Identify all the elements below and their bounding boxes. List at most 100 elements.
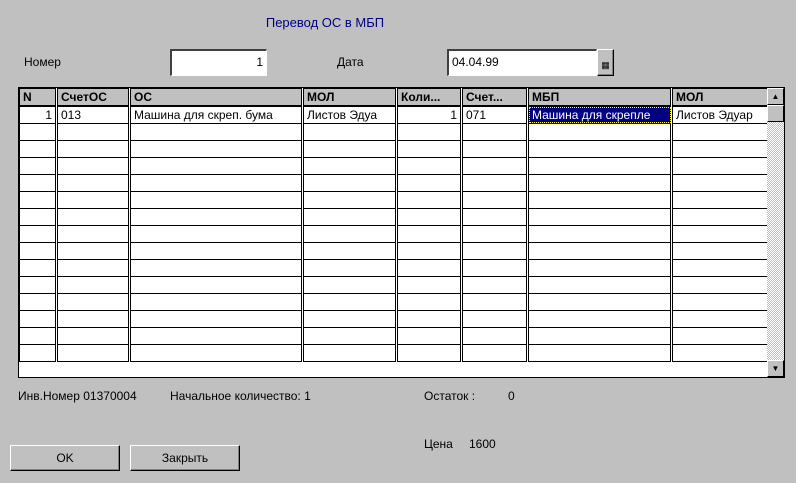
empty-row[interactable] [19, 344, 771, 362]
column-header[interactable]: МОЛ [671, 88, 771, 107]
table-cell[interactable] [56, 293, 131, 311]
table-cell[interactable] [56, 157, 131, 175]
table-cell[interactable] [671, 242, 771, 260]
table-cell[interactable] [302, 208, 398, 226]
table-cell[interactable] [129, 123, 304, 141]
table-cell[interactable] [527, 191, 673, 209]
table-cell[interactable] [671, 276, 771, 294]
table-cell[interactable] [527, 310, 673, 328]
table-cell[interactable] [671, 344, 771, 362]
table-cell[interactable] [19, 191, 58, 209]
table-cell[interactable] [461, 123, 529, 141]
table-cell[interactable] [19, 123, 58, 141]
column-header[interactable]: СчетОС [56, 88, 131, 107]
scroll-down-button[interactable]: ▼ [767, 360, 784, 377]
column-header[interactable]: ОС [129, 88, 304, 107]
empty-row[interactable] [19, 327, 771, 345]
table-cell[interactable] [527, 327, 673, 345]
table-cell[interactable] [461, 140, 529, 158]
empty-row[interactable] [19, 259, 771, 277]
calendar-button[interactable]: ▦ [597, 49, 614, 76]
ok-button[interactable]: OK [10, 445, 120, 471]
table-cell[interactable] [19, 293, 58, 311]
table-cell[interactable] [302, 344, 398, 362]
table-cell[interactable] [129, 242, 304, 260]
table-cell[interactable] [302, 157, 398, 175]
column-header[interactable]: N [19, 88, 58, 107]
empty-row[interactable] [19, 157, 771, 175]
table-cell[interactable] [527, 123, 673, 141]
table-cell[interactable] [129, 310, 304, 328]
table-cell[interactable] [56, 327, 131, 345]
table-cell[interactable] [302, 140, 398, 158]
empty-row[interactable] [19, 293, 771, 311]
table-cell[interactable] [302, 276, 398, 294]
table-cell[interactable] [461, 191, 529, 209]
table-cell[interactable] [396, 191, 463, 209]
table-cell[interactable] [527, 276, 673, 294]
table-cell[interactable] [129, 276, 304, 294]
table-cell[interactable] [19, 327, 58, 345]
table-cell[interactable] [461, 259, 529, 277]
table-cell[interactable] [129, 140, 304, 158]
table-cell[interactable] [19, 259, 58, 277]
table-cell[interactable] [129, 157, 304, 175]
empty-row[interactable] [19, 123, 771, 141]
number-input[interactable]: 1 [170, 49, 267, 76]
data-grid[interactable]: N СчетОС ОС МОЛ Коли... Счет... МБП МОЛ 1 013 Маш… [18, 87, 785, 378]
table-cell[interactable] [461, 293, 529, 311]
scroll-thumb[interactable] [767, 105, 784, 122]
table-cell[interactable] [396, 344, 463, 362]
table-cell[interactable] [129, 327, 304, 345]
table-cell[interactable] [396, 123, 463, 141]
table-cell[interactable] [56, 174, 131, 192]
table-cell[interactable] [527, 208, 673, 226]
table-cell[interactable] [396, 327, 463, 345]
column-header[interactable]: МБП [527, 88, 673, 107]
table-cell[interactable] [461, 242, 529, 260]
table-cell[interactable] [527, 242, 673, 260]
table-cell[interactable]: 071 [461, 105, 529, 124]
table-cell[interactable] [527, 174, 673, 192]
table-cell[interactable] [302, 259, 398, 277]
table-cell[interactable] [302, 191, 398, 209]
table-cell[interactable] [19, 174, 58, 192]
table-cell[interactable] [671, 123, 771, 141]
table-cell[interactable] [461, 327, 529, 345]
table-cell[interactable] [671, 157, 771, 175]
table-cell[interactable] [527, 344, 673, 362]
table-cell[interactable]: 1 [19, 105, 58, 124]
table-cell[interactable] [56, 191, 131, 209]
table-cell[interactable] [129, 225, 304, 243]
table-cell[interactable] [671, 140, 771, 158]
table-cell[interactable] [396, 174, 463, 192]
table-cell[interactable] [56, 225, 131, 243]
table-cell[interactable] [19, 225, 58, 243]
table-cell[interactable] [302, 327, 398, 345]
scroll-up-button[interactable]: ▲ [767, 88, 784, 105]
empty-row[interactable] [19, 242, 771, 260]
table-cell[interactable] [129, 208, 304, 226]
table-cell[interactable] [302, 293, 398, 311]
table-cell[interactable] [396, 310, 463, 328]
table-cell[interactable] [19, 344, 58, 362]
table-cell[interactable] [527, 157, 673, 175]
table-cell[interactable] [56, 344, 131, 362]
table-cell[interactable] [461, 208, 529, 226]
table-cell[interactable] [461, 344, 529, 362]
table-cell[interactable] [56, 310, 131, 328]
table-cell[interactable] [396, 276, 463, 294]
table-cell[interactable] [56, 208, 131, 226]
table-cell[interactable] [396, 293, 463, 311]
table-cell[interactable] [527, 140, 673, 158]
table-cell[interactable] [56, 123, 131, 141]
column-header[interactable]: Коли... [396, 88, 463, 107]
table-cell[interactable] [129, 174, 304, 192]
column-header[interactable]: Счет... [461, 88, 529, 107]
table-cell[interactable] [302, 123, 398, 141]
empty-row[interactable] [19, 225, 771, 243]
date-input[interactable]: 04.04.99 [447, 49, 597, 76]
table-cell[interactable] [396, 259, 463, 277]
table-cell[interactable] [396, 242, 463, 260]
table-cell[interactable] [302, 225, 398, 243]
